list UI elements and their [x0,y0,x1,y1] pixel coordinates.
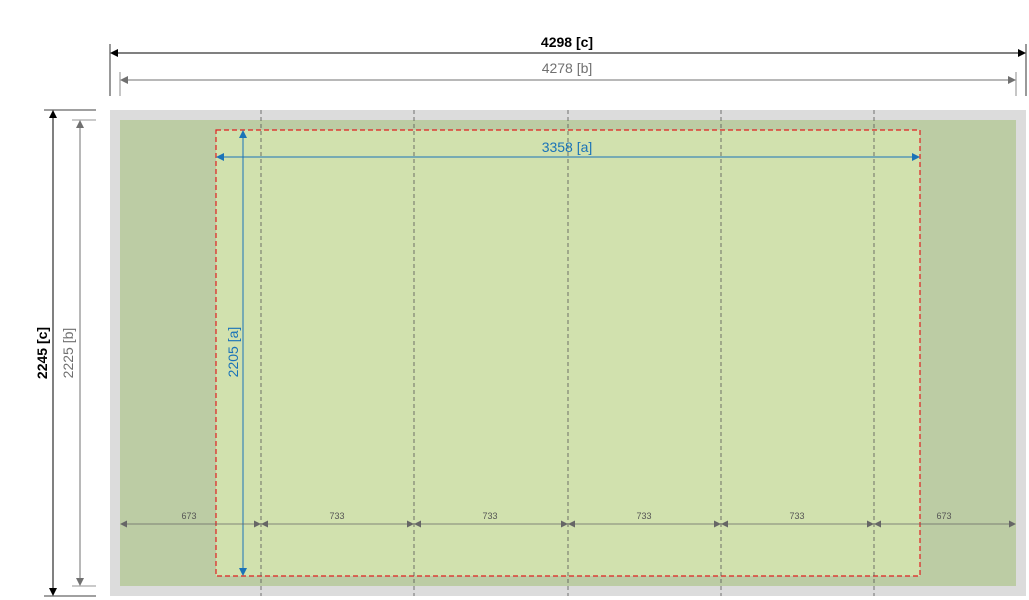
height-a-label: 2205 [a] [225,327,241,378]
segment-label: 733 [329,511,344,521]
width-c-label: 4298 [c] [541,34,593,50]
width-a-label: 3358 [a] [542,139,593,155]
height-c-label: 2245 [c] [34,327,50,379]
segment-label: 733 [636,511,651,521]
segment-label: 733 [789,511,804,521]
segment-label: 673 [181,511,196,521]
width-b-label: 4278 [b] [542,60,593,76]
dimension-diagram: 4298 [c] 4278 [b] 2245 [c] 2225 [b] 3358… [34,34,1027,597]
segment-label: 673 [936,511,951,521]
height-b-label: 2225 [b] [60,328,76,379]
segment-label: 733 [482,511,497,521]
